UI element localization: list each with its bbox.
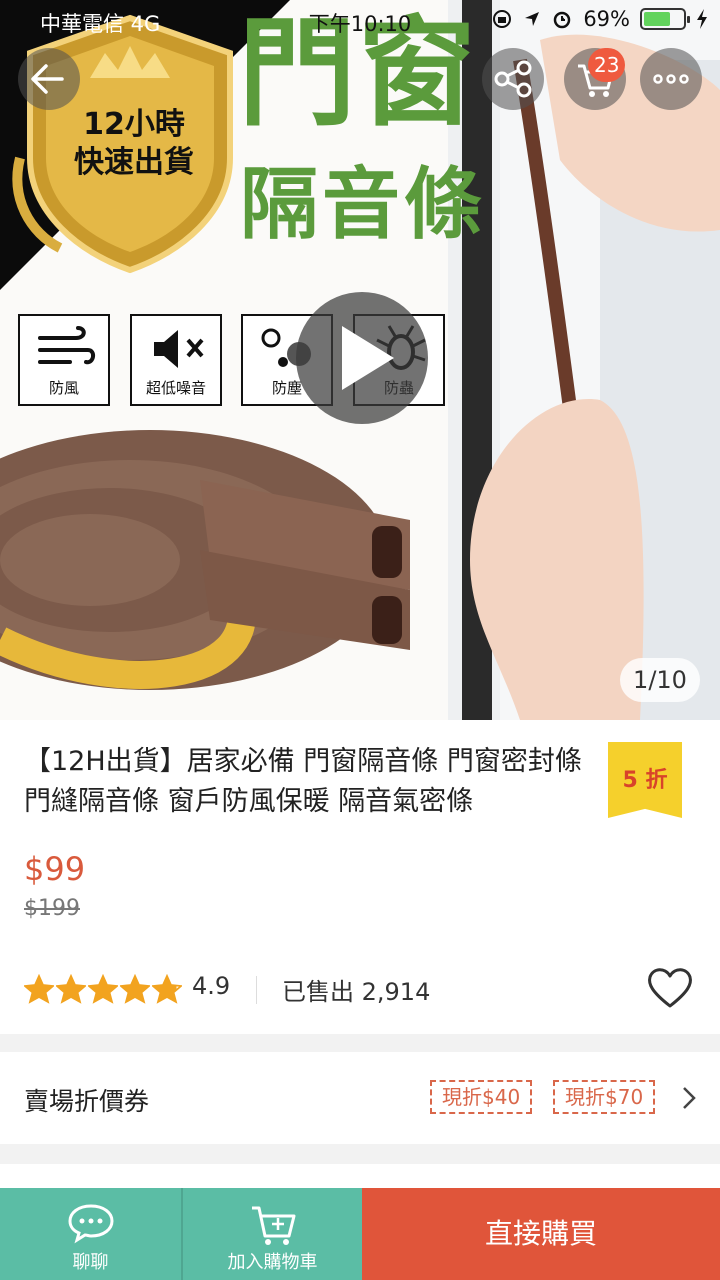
discount-tag: 5 折 — [608, 742, 682, 818]
status-bar: 中華電信 4G 下午10:10 69% — [0, 0, 720, 40]
star-icon — [88, 974, 118, 1004]
chat-button[interactable]: 聊聊 — [0, 1188, 181, 1280]
back-arrow-icon — [31, 64, 64, 94]
location-icon — [525, 12, 540, 26]
wind-icon — [38, 326, 95, 365]
product-info-section: 【12H出貨】居家必備 門窗隔音條 門窗密封條 門縫隔音條 窗戶防風保暖 隔音氣… — [0, 720, 720, 1034]
orientation-lock-icon — [493, 10, 512, 28]
more-options-button[interactable] — [640, 48, 702, 110]
coupon-40[interactable]: 現折$40 — [430, 1080, 533, 1114]
rating-stars — [24, 974, 182, 1004]
buy-now-button[interactable]: 直接購買 — [362, 1188, 720, 1280]
cart-count-badge: 23 — [588, 48, 626, 82]
add-cart-label: 加入購物車 — [227, 1252, 318, 1273]
image-counter: 1/10 — [620, 658, 700, 702]
more-dots-icon — [653, 74, 689, 84]
battery-icon — [640, 8, 690, 30]
bottom-action-bar: 聊聊 加入購物車 直接購買 — [0, 1188, 720, 1280]
star-icon — [152, 974, 182, 1004]
coupon-70[interactable]: 現折$70 — [553, 1080, 656, 1114]
share-icon — [494, 60, 532, 98]
play-video-button[interactable] — [296, 292, 428, 424]
chat-bubble-icon — [67, 1204, 114, 1244]
chevron-right-icon — [683, 1087, 696, 1109]
star-icon — [120, 974, 150, 1004]
product-title: 【12H出貨】居家必備 門窗隔音條 門窗密封條 門縫隔音條 窗戶防風保暖 隔音氣… — [24, 746, 582, 817]
fast-shipping-badge: 12小時 快速出貨 — [74, 107, 194, 180]
original-price: $199 — [24, 896, 80, 921]
product-image-carousel[interactable]: 12小時 快速出貨 門窗 隔音條 防風 超低噪音 防塵 防蟲 1/10 23 — [0, 0, 720, 720]
mute-icon — [154, 330, 204, 368]
chat-label: 聊聊 — [72, 1252, 109, 1273]
charging-icon — [697, 9, 707, 29]
shop-coupon-row[interactable]: 賣場折價券 現折$40 現折$70 — [0, 1052, 720, 1144]
back-button[interactable] — [18, 48, 80, 110]
alarm-icon — [554, 11, 571, 29]
share-button[interactable] — [482, 48, 544, 110]
star-icon — [56, 974, 86, 1004]
favorite-heart-icon[interactable] — [646, 966, 694, 1010]
coupon-row-label: 賣場折價券 — [24, 1087, 150, 1116]
add-cart-icon — [251, 1206, 295, 1245]
sold-count: 已售出 2,914 — [282, 978, 431, 1006]
feature-low-noise: 超低噪音 — [130, 314, 222, 406]
hero-subtitle: 隔音條 — [240, 160, 487, 250]
feature-label: 防風 — [48, 379, 79, 397]
star-icon — [24, 974, 54, 1004]
sale-price: $99 — [24, 850, 86, 888]
play-icon — [342, 326, 394, 390]
divider — [256, 976, 257, 1004]
feature-windproof: 防風 — [18, 314, 110, 406]
rating-value: 4.9 — [192, 972, 231, 1000]
add-to-cart-button[interactable]: 加入購物車 — [181, 1188, 362, 1280]
battery-percent: 69% — [583, 7, 630, 31]
feature-label: 超低噪音 — [145, 379, 206, 397]
